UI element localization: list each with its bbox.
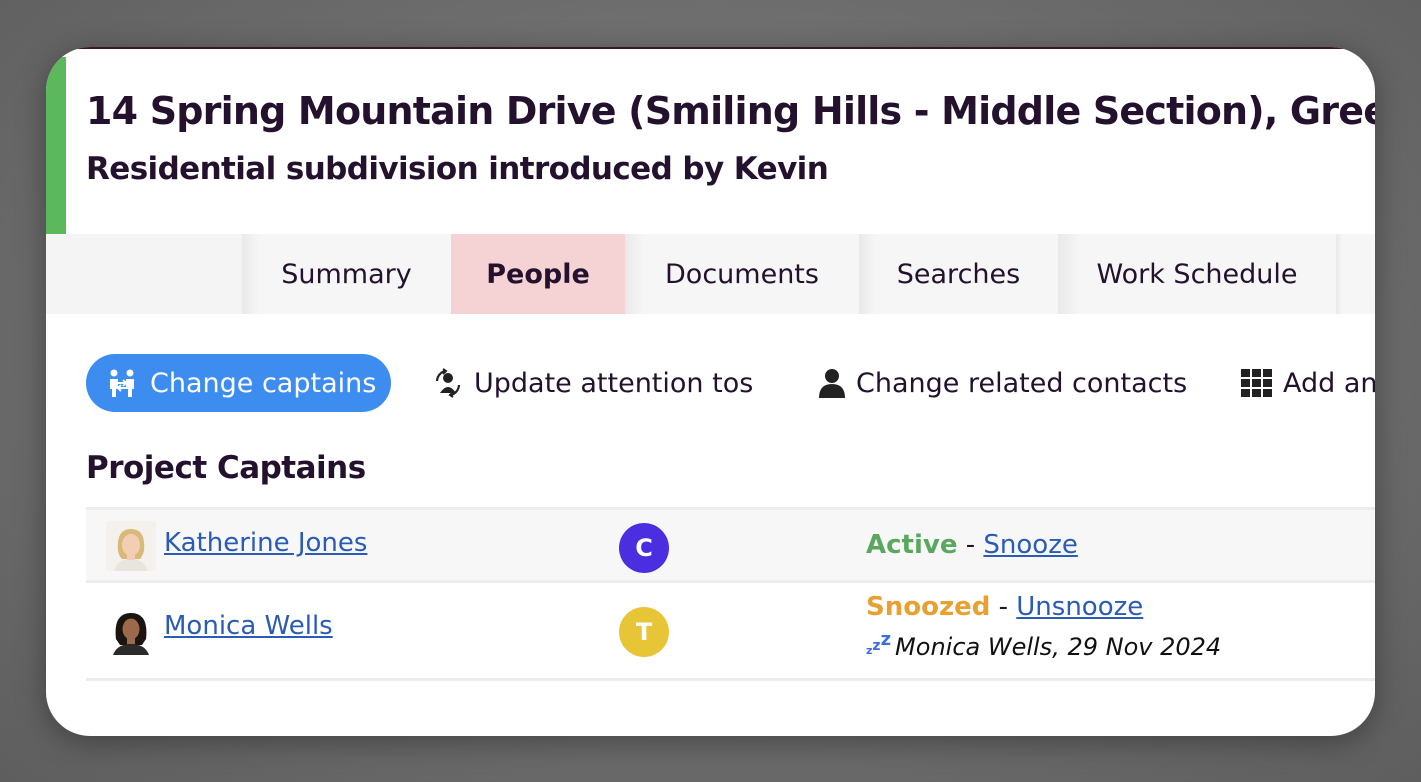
snooze-note: zzz Monica Wells, 29 Nov 2024 [866,629,1222,661]
top-border [46,47,1375,49]
avatar [106,521,156,571]
avatar [106,605,156,655]
add-button[interactable]: Add an [1241,354,1375,412]
add-label: Add an [1283,367,1375,399]
update-attention-tos-label: Update attention tos [474,367,754,399]
status-line: Active - Snooze [866,530,1078,560]
tab-bar: Summary People Documents Searches Work S… [46,234,1375,314]
project-card: 14 Spring Mountain Drive (Smiling Hills … [46,47,1375,736]
change-related-contacts-button[interactable]: Change related contacts [818,354,1187,412]
captain-name-link[interactable]: Monica Wells [164,611,333,641]
change-related-contacts-label: Change related contacts [856,367,1188,399]
page-title: 14 Spring Mountain Drive (Smiling Hills … [86,89,1375,133]
status-snoozed: Snoozed [866,592,991,622]
page-subtitle: Residential subdivision introduced by Ke… [86,151,829,187]
grid-icon [1241,367,1273,399]
status-line: Snoozed - Unsnooze [866,592,1143,622]
update-attention-tos-button[interactable]: Update attention tos [432,354,753,412]
tab-people[interactable]: People [451,234,625,314]
change-captains-button[interactable]: Change captains [86,354,391,412]
sleep-zzz-icon: zzz [866,629,892,657]
project-captains-heading: Project Captains [86,450,366,486]
table-row: Katherine Jones C Active - Snooze [86,507,1375,583]
status-accent-bar [46,57,66,234]
role-badge: T [619,607,669,657]
captain-name-link[interactable]: Katherine Jones [164,528,367,558]
role-badge: C [619,523,669,573]
status-active: Active [866,530,958,560]
tab-searches[interactable]: Searches [859,234,1058,314]
tab-documents[interactable]: Documents [625,234,859,314]
table-row: Monica Wells T Snoozed - Unsnooze zzz Mo… [86,583,1375,681]
tab-more[interactable] [1336,234,1375,314]
people-swap-icon [106,367,138,399]
snooze-link[interactable]: Snooze [983,530,1077,560]
change-captains-label: Change captains [150,367,377,399]
action-toolbar: Change captains Update attention tos Cha… [86,354,1375,412]
tab-summary[interactable]: Summary [242,234,451,314]
status-separator: - [998,592,1008,622]
snooze-note-text: Monica Wells, 29 Nov 2024 [895,633,1222,661]
user-rotate-icon [432,367,464,399]
unsnooze-link[interactable]: Unsnooze [1016,592,1143,622]
tab-work-schedule[interactable]: Work Schedule [1058,234,1336,314]
status-separator: - [965,530,976,560]
person-icon [818,367,846,399]
